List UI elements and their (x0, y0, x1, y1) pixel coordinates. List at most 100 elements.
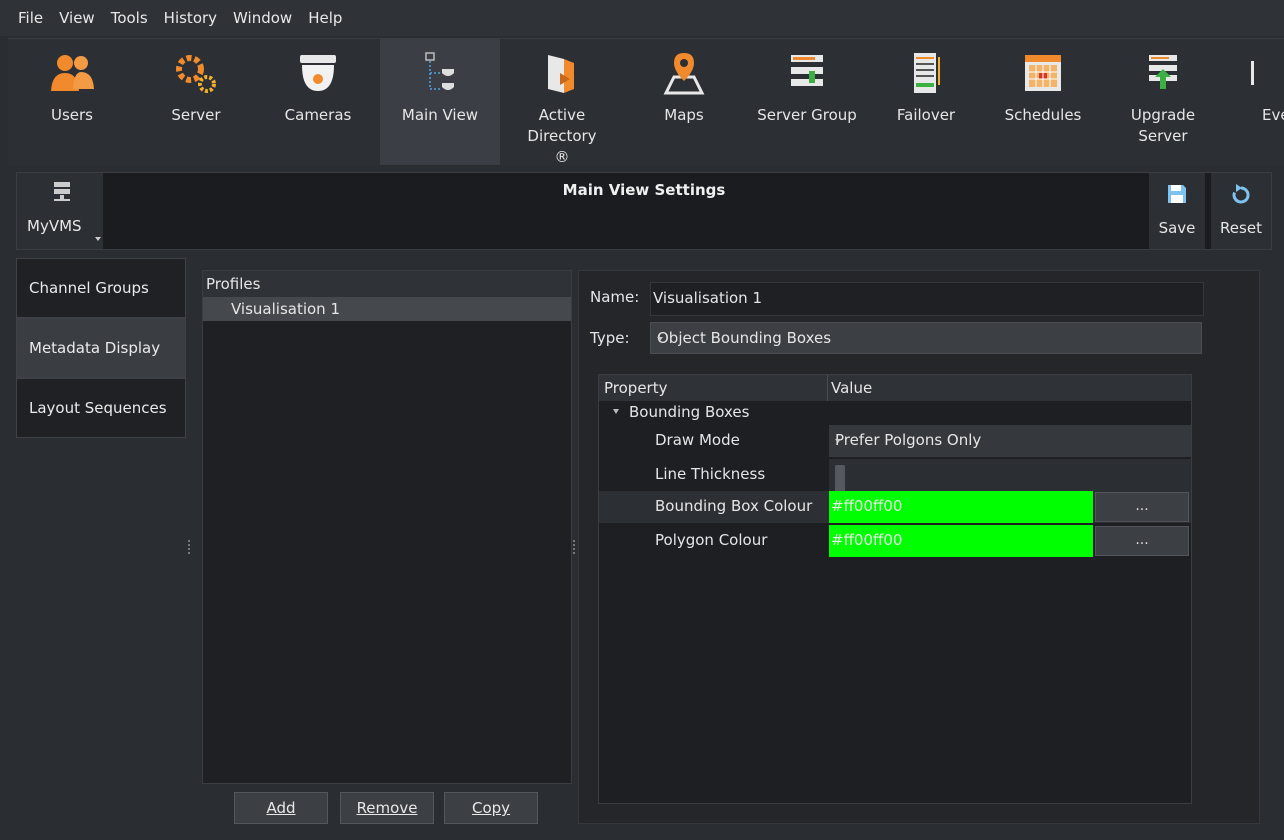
property-key: Polygon Colour (655, 531, 768, 549)
value-column-header: Value (831, 379, 873, 397)
property-key: Bounding Box Colour (655, 497, 813, 515)
draw-mode-dropdown[interactable]: Prefer Polgons Only (829, 425, 1191, 457)
property-group[interactable]: Bounding Boxes (599, 401, 1191, 425)
add-profile-label: Add (266, 799, 296, 817)
map-pin-icon (663, 53, 705, 95)
remove-profile-button[interactable]: Remove (340, 792, 434, 824)
toolbar-schedules-label: Schedules (1004, 106, 1082, 124)
bounding-box-colour-swatch[interactable]: #ff00ff00 (829, 491, 1093, 523)
property-key: Line Thickness (655, 465, 766, 483)
property-grid: Property Value Bounding Boxes Draw Mode … (598, 374, 1192, 804)
type-label: Type: (590, 329, 630, 347)
polygon-colour-swatch[interactable]: #ff00ff00 (829, 525, 1093, 557)
chevron-down-icon (95, 237, 101, 241)
property-grid-header: Property Value (599, 375, 1191, 401)
type-dropdown-value: Object Bounding Boxes (657, 329, 832, 347)
name-field-value: Visualisation 1 (653, 289, 762, 307)
property-row-draw-mode: Draw Mode Prefer Polgons Only (599, 425, 1191, 457)
failover-icon (914, 53, 940, 93)
left-splitter-handle[interactable] (188, 540, 192, 554)
dome-camera-icon (300, 55, 336, 91)
server-selector-label: MyVMS (27, 217, 82, 235)
property-group-label: Bounding Boxes (629, 403, 750, 421)
calendar-icon (1025, 55, 1061, 91)
events-icon (1251, 61, 1254, 85)
copy-profile-button[interactable]: Copy (444, 792, 538, 824)
column-divider (827, 375, 828, 401)
add-profile-button[interactable]: Add (234, 792, 328, 824)
toolbar-maps-button[interactable]: Maps (624, 39, 744, 165)
toolbar-events-button[interactable]: Eve (1222, 39, 1284, 165)
active-directory-icon (548, 55, 574, 93)
toolbar-server-button[interactable]: Server (136, 39, 256, 165)
menu-history[interactable]: History (156, 9, 225, 27)
property-row-bounding-box-colour: Bounding Box Colour #ff00ff00 ... (599, 491, 1191, 523)
save-icon (1168, 185, 1186, 203)
bounding-box-colour-value: #ff00ff00 (831, 497, 903, 515)
bounding-box-colour-picker-button[interactable]: ... (1095, 492, 1189, 522)
type-dropdown[interactable]: Object Bounding Boxes (650, 322, 1202, 354)
toolbar-maps-label: Maps (664, 106, 704, 124)
remove-profile-label: Remove (356, 799, 418, 817)
copy-profile-label: Copy (471, 799, 511, 817)
property-row-line-thickness: Line Thickness 1 (599, 459, 1191, 493)
toolbar-active-directory-label: Active Directory ® (527, 106, 597, 166)
profiles-list: Profiles Visualisation 1 (202, 270, 572, 784)
main-toolbar: Users Server Cameras Main View Active Di… (8, 38, 1284, 166)
menu-tools[interactable]: Tools (103, 9, 156, 27)
toolbar-main-view-button[interactable]: Main View (380, 39, 500, 165)
line-thickness-spinbox[interactable]: 1 (829, 459, 1191, 493)
toolbar-cameras-button[interactable]: Cameras (256, 39, 380, 165)
toolbar-upgrade-server-label: Upgrade Server (1130, 106, 1196, 145)
menu-window[interactable]: Window (225, 9, 300, 27)
name-field[interactable]: Visualisation 1 (650, 282, 1204, 316)
server-group-icon (791, 55, 823, 86)
toolbar-active-directory-button[interactable]: Active Directory ® (500, 39, 624, 166)
users-icon (51, 55, 94, 91)
polygon-colour-value: #ff00ff00 (831, 531, 903, 549)
toolbar-schedules-button[interactable]: Schedules (982, 39, 1104, 165)
polygon-colour-picker-button[interactable]: ... (1095, 526, 1189, 556)
property-key: Draw Mode (655, 431, 740, 449)
reset-button[interactable]: Reset (1211, 173, 1271, 249)
name-label: Name: (590, 288, 640, 306)
nav-metadata-display[interactable]: Metadata Display (16, 318, 186, 378)
page-title: Main View Settings (562, 181, 726, 199)
toolbar-cameras-label: Cameras (284, 106, 352, 124)
toolbar-server-group-label: Server Group (757, 106, 857, 124)
toolbar-failover-button[interactable]: Failover (870, 39, 982, 165)
toolbar-users-label: Users (50, 106, 93, 124)
profile-item[interactable]: Visualisation 1 (203, 297, 571, 321)
nav-channel-groups[interactable]: Channel Groups (16, 258, 186, 318)
toolbar-main-view-label: Main View (401, 106, 479, 124)
toolbar-failover-label: Failover (896, 106, 956, 124)
toolbar-users-button[interactable]: Users (8, 39, 136, 165)
property-row-polygon-colour: Polygon Colour #ff00ff00 ... (599, 525, 1191, 557)
chevron-down-icon (657, 337, 663, 341)
settings-header: MyVMS Main View Settings Save Reset (16, 172, 1272, 250)
left-nav: Channel Groups Metadata Display Layout S… (16, 258, 186, 438)
reset-icon (1232, 184, 1250, 204)
toolbar-server-label: Server (171, 106, 221, 124)
toolbar-events-label: Eve (1262, 106, 1284, 124)
profiles-header: Profiles (203, 271, 571, 297)
menu-file[interactable]: File (0, 9, 51, 27)
draw-mode-value: Prefer Polgons Only (835, 431, 982, 449)
toolbar-upgrade-server-button[interactable]: Upgrade Server (1104, 39, 1222, 165)
nav-layout-sequences[interactable]: Layout Sequences (16, 378, 186, 438)
chevron-down-icon (835, 439, 841, 443)
menu-view[interactable]: View (51, 9, 103, 27)
collapse-triangle-icon[interactable] (613, 409, 619, 414)
menu-help[interactable]: Help (300, 9, 350, 27)
save-button[interactable]: Save (1149, 173, 1205, 249)
spinner-arrows-icon[interactable] (835, 465, 845, 493)
server-gear-icon (176, 55, 216, 93)
middle-splitter-handle[interactable] (573, 540, 577, 554)
reset-label: Reset (1220, 219, 1262, 237)
toolbar-server-group-button[interactable]: Server Group (744, 39, 870, 165)
menu-bar: File View Tools History Window Help (0, 0, 1284, 36)
upgrade-server-icon (1149, 55, 1177, 89)
property-column-header: Property (604, 379, 668, 397)
main-view-icon (425, 52, 454, 90)
save-label: Save (1158, 219, 1196, 237)
